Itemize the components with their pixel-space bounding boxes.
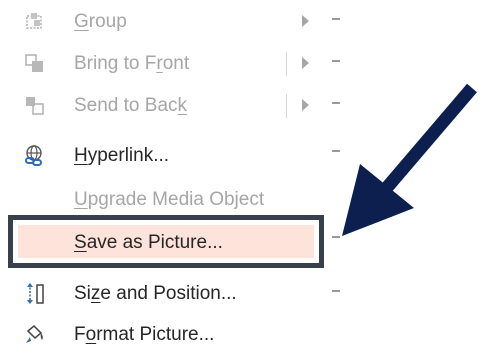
- submenu-arrow-icon: [302, 57, 309, 69]
- submenu-arrow-icon: [302, 15, 309, 27]
- menu-item-label: Group: [74, 11, 127, 32]
- group-icon: [22, 10, 48, 34]
- menu-item-bring-to-front: Bring to Front: [0, 42, 328, 86]
- menu-item-hyperlink[interactable]: Hyperlink...: [0, 134, 328, 178]
- menu-item-group: Group: [0, 0, 328, 44]
- menu-item-label: Hyperlink...: [74, 145, 170, 166]
- menu-item-size-and-position[interactable]: Size and Position...: [0, 272, 328, 316]
- menu-item-save-as-picture[interactable]: Save as Picture...: [0, 221, 328, 265]
- context-menu: Group Bring to Front Send to Back Hyperl…: [0, 0, 328, 347]
- menu-item-label: Upgrade Media Object: [74, 189, 265, 210]
- bring-to-front-icon: [22, 52, 48, 76]
- menu-item-label: Send to Back: [74, 95, 188, 116]
- menu-item-send-to-back: Send to Back: [0, 84, 328, 128]
- pointer-arrow-icon: [342, 83, 477, 236]
- menu-item-label: Save as Picture...: [74, 232, 223, 253]
- menu-item-label: Bring to Front: [74, 53, 190, 74]
- format-picture-icon: [22, 323, 48, 347]
- send-to-back-icon: [22, 94, 48, 118]
- hyperlink-icon: [22, 144, 48, 168]
- split-divider: [286, 94, 287, 118]
- menu-item-label: Size and Position...: [74, 283, 237, 304]
- split-divider: [286, 52, 287, 76]
- menu-item-label: Format Picture...: [74, 324, 215, 345]
- submenu-arrow-icon: [302, 99, 309, 111]
- size-position-icon: [22, 282, 48, 306]
- menu-item-format-picture[interactable]: Format Picture...: [0, 313, 328, 357]
